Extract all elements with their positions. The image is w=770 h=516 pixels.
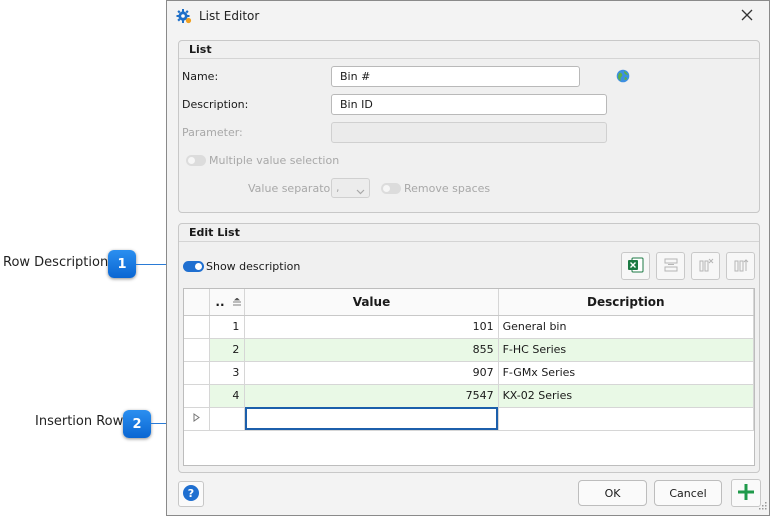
description-column-header[interactable]: Description	[498, 289, 755, 316]
table-row[interactable]: 1 101 General bin	[184, 315, 755, 339]
table-row[interactable]: 4 7547 KX-02 Series	[184, 384, 755, 408]
callout-badge-1: 1	[108, 250, 136, 278]
move-column-button[interactable]	[726, 252, 755, 280]
table-row[interactable]: 3 907 F-GMx Series	[184, 361, 755, 385]
close-icon	[741, 9, 753, 24]
callout-insertion-row-label: Insertion Row	[35, 414, 124, 429]
multiple-value-toggle[interactable]	[186, 155, 206, 166]
index-column-label: ..	[215, 294, 225, 309]
value-column-header[interactable]: Value	[244, 289, 499, 316]
description-cell[interactable]: F-GMx Series	[498, 361, 755, 385]
cancel-button[interactable]: Cancel	[654, 480, 722, 506]
list-grid: .. Value Description 1 101 General bin 2…	[183, 288, 755, 466]
multiple-value-label: Multiple value selection	[209, 154, 340, 167]
gear-icon	[176, 8, 192, 24]
resize-grip-icon[interactable]	[759, 500, 767, 513]
svg-text:?: ?	[188, 487, 194, 500]
move-column-icon	[733, 257, 749, 276]
parameter-label: Parameter:	[182, 126, 243, 139]
value-cell[interactable]: 101	[244, 315, 499, 339]
grid-header-row: .. Value Description	[184, 289, 755, 316]
insertion-value-cell[interactable]	[244, 407, 499, 431]
remove-spaces-label: Remove spaces	[404, 182, 491, 195]
sort-icon	[232, 295, 242, 309]
delete-row-icon	[663, 257, 679, 276]
value-cell[interactable]: 907	[244, 361, 499, 385]
row-number: 3	[209, 361, 246, 385]
row-indicator-header	[184, 289, 211, 316]
edit-list-group: Edit List Show description .. Value Desc…	[178, 223, 760, 473]
chevron-down-icon	[356, 185, 365, 198]
show-description-toggle[interactable]	[183, 261, 204, 272]
row-indicator	[184, 338, 211, 362]
list-group-title: List	[179, 41, 759, 59]
ok-button[interactable]: OK	[578, 480, 647, 506]
index-column-header[interactable]: ..	[209, 289, 246, 316]
value-cell[interactable]: 7547	[244, 384, 499, 408]
value-separator-select[interactable]: ,	[331, 178, 370, 198]
remove-spaces-toggle[interactable]	[381, 183, 401, 194]
name-label: Name:	[182, 70, 219, 83]
name-field[interactable]: Bin #	[331, 66, 580, 87]
delete-column-icon	[698, 257, 714, 276]
description-cell[interactable]: KX-02 Series	[498, 384, 755, 408]
row-indicator	[184, 384, 211, 408]
row-number: 4	[209, 384, 246, 408]
description-label: Description:	[182, 98, 249, 111]
list-editor-dialog: List Editor List Name: Bin # Description…	[166, 0, 770, 516]
insertion-row[interactable]	[184, 407, 755, 431]
delete-row-button[interactable]	[656, 252, 685, 280]
value-separator-label: Value separator	[248, 182, 335, 195]
row-number: 2	[209, 338, 246, 362]
insertion-row-indicator	[184, 407, 211, 431]
plus-icon	[737, 483, 755, 504]
list-group: List Name: Bin # Description: Bin ID Par…	[178, 40, 760, 213]
description-cell[interactable]: General bin	[498, 315, 755, 339]
row-indicator	[184, 315, 211, 339]
add-button[interactable]	[731, 479, 761, 507]
value-separator-value: ,	[336, 181, 340, 194]
edit-list-group-title: Edit List	[179, 224, 759, 242]
row-number	[209, 407, 246, 431]
description-cell[interactable]: F-HC Series	[498, 338, 755, 362]
table-row[interactable]: 2 855 F-HC Series	[184, 338, 755, 362]
window-title: List Editor	[199, 9, 260, 23]
parameter-field[interactable]	[331, 122, 607, 143]
description-field[interactable]: Bin ID	[331, 94, 607, 115]
callout-row-description-label: Row Description	[3, 255, 109, 270]
close-button[interactable]	[735, 5, 759, 27]
triangle-right-icon	[193, 412, 201, 425]
help-button[interactable]: ?	[178, 481, 204, 507]
help-icon: ?	[182, 484, 200, 505]
insertion-description-cell[interactable]	[498, 407, 755, 431]
excel-icon	[627, 256, 645, 277]
value-cell[interactable]: 855	[244, 338, 499, 362]
globe-icon[interactable]	[616, 69, 630, 86]
export-excel-button[interactable]	[621, 252, 650, 280]
callout-badge-2: 2	[123, 410, 151, 438]
delete-column-button[interactable]	[691, 252, 720, 280]
title-bar: List Editor	[167, 1, 769, 31]
show-description-label: Show description	[206, 260, 301, 273]
row-indicator	[184, 361, 211, 385]
row-number: 1	[209, 315, 246, 339]
